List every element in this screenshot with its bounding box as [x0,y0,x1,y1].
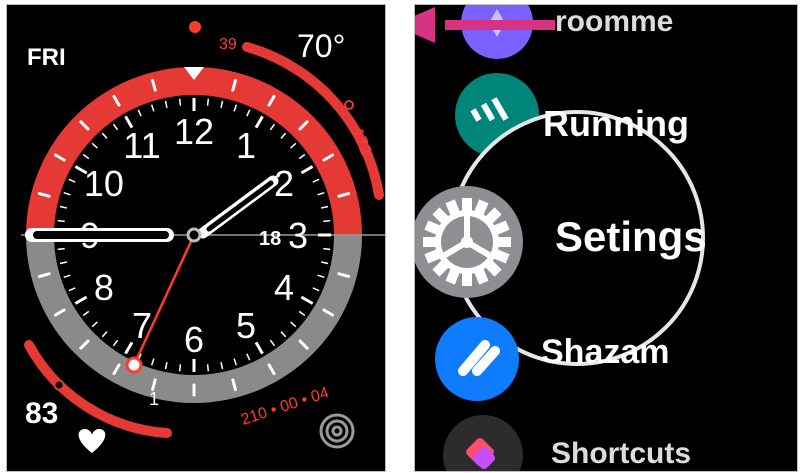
subdial-number: 18 [259,228,281,250]
dial-tick [57,247,65,251]
bezel-number-top-left: 39 [219,36,237,53]
arc-bottom-marker [53,379,65,391]
hour-number-5: 5 [236,305,256,346]
second-hand-tip [125,356,143,374]
hour-number-1: 1 [236,125,256,166]
day-label: FRI [27,44,66,71]
app-label-settings[interactable]: Setings [555,213,707,261]
heart-rate-value: 83 [25,397,58,430]
hour-number-11: 11 [123,125,160,166]
heart-icon [78,429,106,453]
indicator-dot [189,21,201,33]
dial-tick [206,98,210,106]
dial-tick [323,219,331,223]
arrow-head-icon [415,7,435,43]
activity-rings-icon [319,413,355,449]
hour-number-6: 6 [184,319,204,360]
app-label-shazam[interactable]: Shazam [541,333,670,372]
arc-marker [344,100,354,110]
bezel-small-number: 1 [149,389,159,409]
hour-number-12: 12 [174,111,214,152]
temperature-label: 70° [297,28,345,64]
app-label-running[interactable]: Running [543,103,689,145]
hour-number-7: 7 [132,305,152,346]
watch-face-svg: FRI 70° 39 172 210 • 00 • 04 18 1 83 12 1… [21,21,385,453]
hour-number-10: 10 [84,163,124,204]
app-list-panel: roomme Running Setings Shazam Shortcuts [414,4,798,472]
app-label-shortcuts[interactable]: Shortcuts [551,437,691,471]
hour-number-3: 3 [288,215,308,256]
app-label-roomme[interactable]: roomme [555,5,673,39]
hand-pivot [186,227,202,243]
dial-tick [206,364,210,372]
hour-number-8: 8 [94,267,114,308]
hour-number-4: 4 [274,267,294,308]
dial-tick [57,219,65,223]
watch-face-panel: FRI 70° 39 172 210 • 00 • 04 18 1 83 12 1… [6,4,386,472]
dial-tick [323,247,331,251]
dial-tick [178,98,182,106]
dial-tick [178,364,182,372]
